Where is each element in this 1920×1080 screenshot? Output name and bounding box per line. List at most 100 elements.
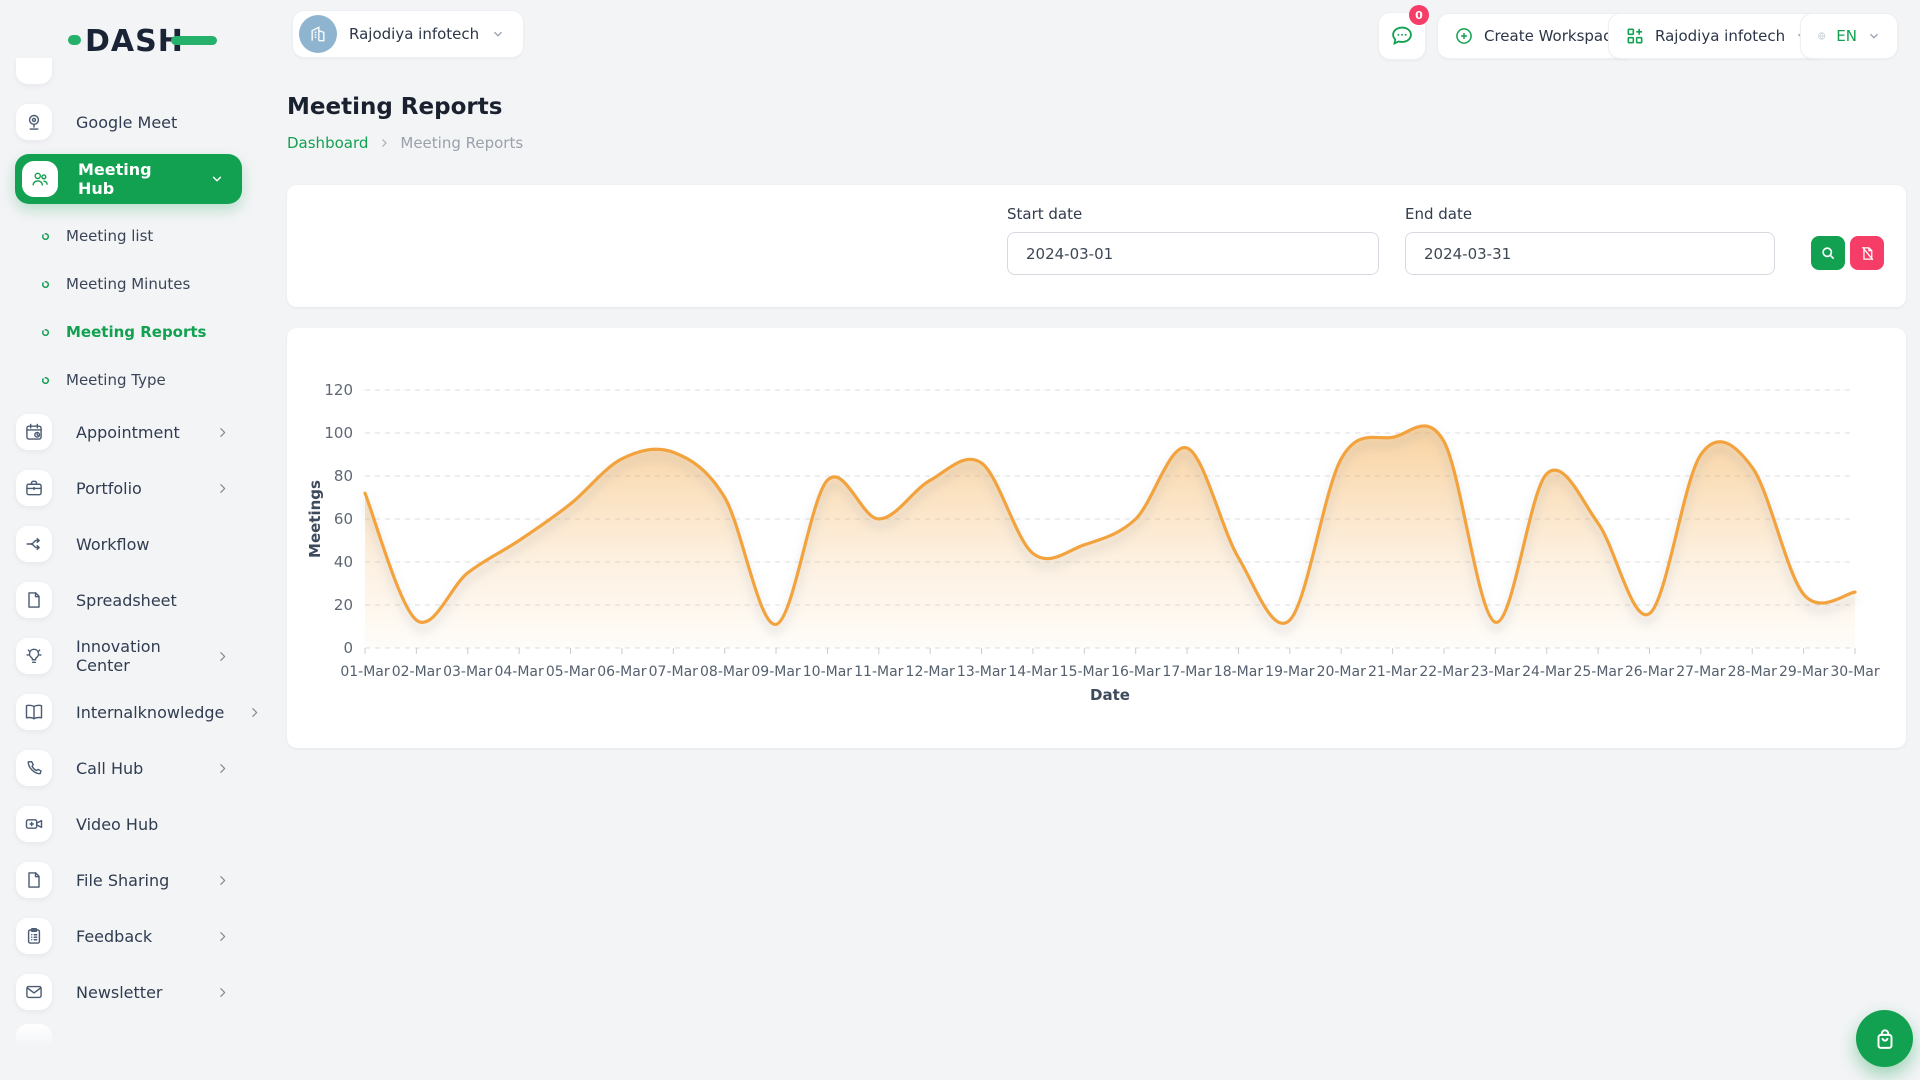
sidebar-item-meeting-minutes[interactable]: Meeting Minutes (0, 260, 255, 308)
svg-text:07-Mar: 07-Mar (649, 664, 699, 680)
svg-text:06-Mar: 06-Mar (597, 664, 647, 680)
language-label: EN (1836, 27, 1857, 45)
video-icon-tile (16, 806, 52, 842)
breadcrumb-current: Meeting Reports (400, 134, 523, 152)
svg-text:24-Mar: 24-Mar (1522, 664, 1572, 680)
split-icon-tile (16, 526, 52, 562)
briefcase-icon-tile (16, 470, 52, 506)
sidebar-item-spreadsheet[interactable]: Spreadsheet (0, 572, 255, 628)
sidebar-item-label: Workflow (76, 535, 149, 554)
chevron-right-icon (216, 426, 229, 439)
chevron-right-icon (216, 986, 229, 999)
sidebar-item-meeting-reports[interactable]: Meeting Reports (0, 308, 255, 356)
chevron-down-icon (491, 27, 505, 41)
svg-text:60: 60 (334, 510, 353, 528)
shop-fab-button[interactable] (1856, 1010, 1913, 1067)
sidebar-item-file-sharing[interactable]: File Sharing (0, 852, 255, 908)
calendar-clock-icon (24, 422, 44, 442)
chevron-down-icon (210, 172, 224, 186)
svg-text:10-Mar: 10-Mar (803, 664, 853, 680)
sidebar-item-label: Innovation Center (76, 637, 192, 675)
sidebar-item-partial-bottom (16, 1024, 52, 1048)
progress-bullet-icon (41, 328, 50, 337)
logo-text: DASH (85, 24, 184, 59)
progress-bullet-icon (41, 280, 50, 289)
sidebar-item-portfolio[interactable]: Portfolio (0, 460, 255, 516)
sidebar-item-feedback[interactable]: Feedback (0, 908, 255, 964)
svg-text:120: 120 (324, 381, 353, 399)
clipboard-icon (24, 926, 44, 946)
svg-text:27-Mar: 27-Mar (1676, 664, 1726, 680)
svg-text:02-Mar: 02-Mar (392, 664, 442, 680)
breadcrumb-dashboard-link[interactable]: Dashboard (287, 134, 368, 152)
reset-filter-button[interactable] (1850, 236, 1884, 270)
sidebar-item-internalknowledge[interactable]: Internalknowledge (0, 684, 255, 740)
sidebar-item-google-meet[interactable]: Google Meet (0, 94, 255, 150)
search-button[interactable] (1811, 236, 1845, 270)
file-icon-tile (16, 862, 52, 898)
calendar-clock-icon-tile (16, 414, 52, 450)
start-date-input[interactable] (1007, 232, 1379, 275)
dash-logo[interactable]: DASH (68, 20, 218, 60)
svg-text:08-Mar: 08-Mar (700, 664, 750, 680)
bulb-icon (24, 646, 44, 666)
sidebar-item-label: Meeting Reports (66, 323, 207, 341)
sidebar-item-innovation-center[interactable]: Innovation Center (0, 628, 255, 684)
end-date-input[interactable] (1405, 232, 1775, 275)
clipboard-icon-tile (16, 918, 52, 954)
svg-text:12-Mar: 12-Mar (906, 664, 956, 680)
sidebar-item-meeting-list[interactable]: Meeting list (0, 212, 255, 260)
workspace-dropdown-label: Rajodiya infotech (1655, 27, 1785, 45)
sidebar-item-workflow[interactable]: Workflow (0, 516, 255, 572)
sidebar-item-label: Portfolio (76, 479, 142, 498)
magnifier-icon (1819, 244, 1837, 262)
breadcrumb: Dashboard Meeting Reports (287, 134, 523, 152)
book-icon (24, 702, 44, 722)
chevron-right-icon (248, 706, 261, 719)
users-icon-tile (22, 161, 58, 197)
chart-x-axis-title: Date (1090, 686, 1130, 704)
svg-text:20: 20 (334, 596, 353, 614)
meetings-area-chart: 02040608010012001-Mar02-Mar03-Mar04-Mar0… (287, 328, 1906, 748)
grid-plus-icon (1625, 26, 1645, 46)
svg-text:18-Mar: 18-Mar (1214, 664, 1264, 680)
svg-text:22-Mar: 22-Mar (1419, 664, 1469, 680)
sidebar-item-label: Appointment (76, 423, 180, 442)
filter-card: Start date End date (287, 185, 1906, 307)
sidebar-item-newsletter[interactable]: Newsletter (0, 964, 255, 1020)
svg-text:03-Mar: 03-Mar (443, 664, 493, 680)
building-icon (308, 24, 328, 44)
workspace-selector[interactable]: Rajodiya infotech (292, 10, 524, 58)
workspace-dropdown[interactable]: Rajodiya infotech (1608, 13, 1826, 59)
sidebar-item-call-hub[interactable]: Call Hub (0, 740, 255, 796)
svg-text:100: 100 (324, 424, 353, 442)
messages-badge: 0 (1409, 5, 1429, 25)
svg-text:19-Mar: 19-Mar (1265, 664, 1315, 680)
sidebar-item-label: Feedback (76, 927, 152, 946)
end-date-label: End date (1405, 205, 1472, 223)
sidebar-item-meeting-hub[interactable]: Meeting Hub (15, 154, 242, 204)
users-icon (30, 169, 50, 189)
sidebar-item-appointment[interactable]: Appointment (0, 404, 255, 460)
chevron-right-icon (216, 930, 229, 943)
chevron-right-icon (216, 762, 229, 775)
sidebar-item-video-hub[interactable]: Video Hub (0, 796, 255, 852)
svg-text:80: 80 (334, 467, 353, 485)
sidebar-item-label: Meeting Type (66, 371, 166, 389)
sidebar-item-partial-top (16, 58, 52, 84)
video-icon (24, 814, 44, 834)
messages-button[interactable]: 0 (1378, 12, 1426, 60)
chevron-right-icon (378, 137, 390, 149)
language-selector[interactable]: EN (1800, 13, 1898, 59)
sidebar-item-meeting-type[interactable]: Meeting Type (0, 356, 255, 404)
svg-text:30-Mar: 30-Mar (1830, 664, 1880, 680)
webcam-icon-tile (16, 104, 52, 140)
phone-icon (24, 758, 44, 778)
chat-bubble-icon (1389, 23, 1415, 49)
webcam-icon (24, 112, 44, 132)
sidebar-item-label: Google Meet (76, 113, 177, 132)
mail-icon-tile (16, 974, 52, 1010)
svg-text:05-Mar: 05-Mar (546, 664, 596, 680)
book-icon-tile (16, 694, 52, 730)
sidebar-item-label: Video Hub (76, 815, 158, 834)
